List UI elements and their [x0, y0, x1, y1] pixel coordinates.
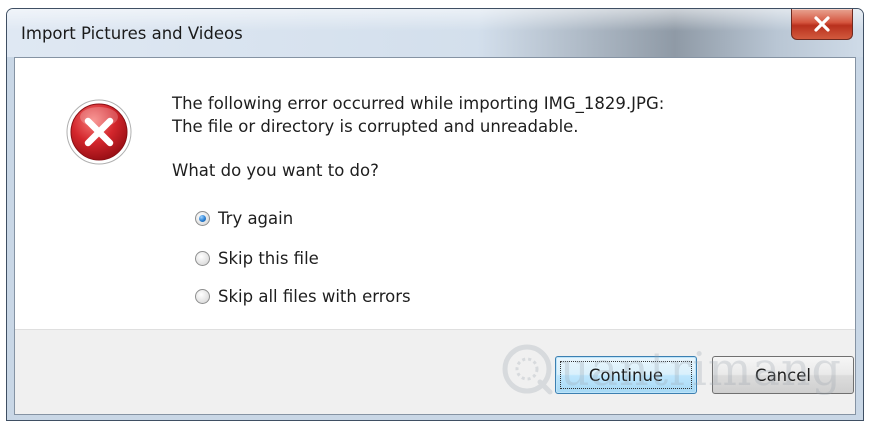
radio-skip-all[interactable]	[195, 288, 210, 304]
title-bar[interactable]: Import Pictures and Videos	[7, 9, 863, 57]
cancel-button[interactable]: Cancel	[712, 356, 854, 394]
button-bar: Continue Cancel	[15, 329, 855, 414]
dialog-content: The following error occurred while impor…	[14, 57, 856, 415]
question-text: What do you want to do?	[172, 161, 379, 180]
option-label: Skip all files with errors	[218, 286, 411, 306]
option-try-again[interactable]: Try again	[195, 207, 293, 229]
error-icon	[66, 99, 132, 165]
option-skip-all[interactable]: Skip all files with errors	[195, 285, 411, 307]
option-label: Try again	[218, 208, 294, 228]
error-message: The following error occurred while impor…	[172, 92, 664, 138]
continue-button-label: Continue	[588, 365, 664, 385]
cancel-button-label: Cancel	[755, 365, 811, 385]
continue-button[interactable]: Continue	[555, 356, 697, 394]
close-icon	[814, 16, 830, 32]
option-skip-file[interactable]: Skip this file	[195, 247, 319, 269]
close-button[interactable]	[791, 9, 853, 40]
window-title: Import Pictures and Videos	[21, 24, 243, 43]
error-message-line-1: The following error occurred while impor…	[172, 94, 665, 113]
radio-try-again[interactable]	[195, 210, 210, 226]
radio-skip-file[interactable]	[195, 250, 210, 266]
option-label: Skip this file	[218, 248, 319, 268]
dialog-window: Import Pictures and Videos The following…	[6, 8, 864, 421]
error-message-line-2: The file or directory is corrupted and u…	[172, 117, 579, 136]
